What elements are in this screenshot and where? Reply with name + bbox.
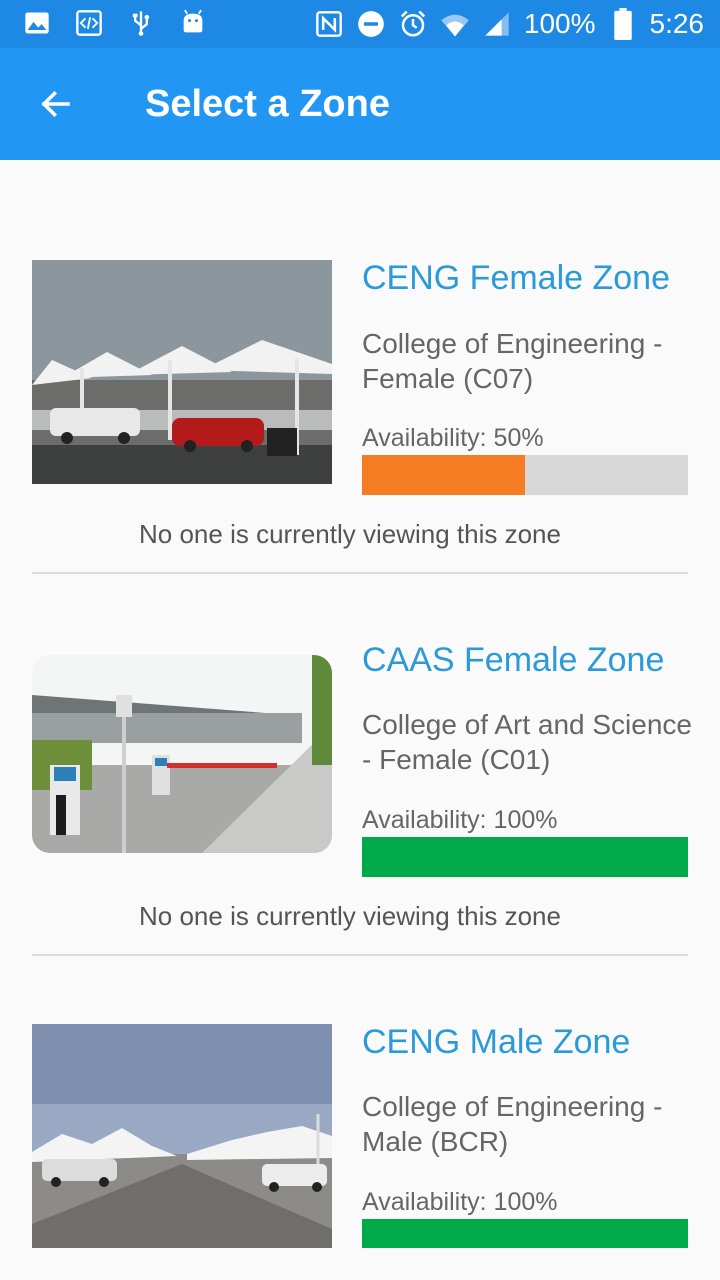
zone-item-ceng-male[interactable]: CENG Male Zone College of Engineering - … xyxy=(0,956,720,1280)
notification-icons xyxy=(22,8,208,38)
alarm-icon xyxy=(398,9,428,39)
clock-time: 5:26 xyxy=(649,8,705,39)
usb-icon xyxy=(126,8,156,38)
zone-availability-label: Availability: 100% xyxy=(362,1188,558,1216)
zone-item-caas-female[interactable]: CAAS Female Zone College of Art and Scie… xyxy=(0,574,720,956)
battery-icon xyxy=(608,8,638,40)
back-button[interactable] xyxy=(28,76,84,132)
availability-bar xyxy=(362,455,688,495)
zone-title: CENG Male Zone xyxy=(362,1023,631,1061)
zone-description: College of Engineering - Male (BCR) xyxy=(362,1091,663,1157)
availability-bar-fill xyxy=(362,455,525,495)
zone-description: College of Art and Science - Female (C01… xyxy=(362,709,692,775)
availability-bar-fill xyxy=(362,837,688,877)
viewers-status: No one is currently viewing this zone xyxy=(139,901,561,931)
arrow-back-icon xyxy=(41,90,70,118)
system-icons: 100% 5:26 xyxy=(314,6,704,42)
page-title: Select a Zone xyxy=(145,83,390,125)
zone-availability-label: Availability: 100% xyxy=(362,806,558,834)
viewers-status: No one is currently viewing this zone xyxy=(139,519,561,549)
do-not-disturb-icon xyxy=(356,9,386,39)
nfc-icon xyxy=(314,9,344,39)
battery-percent: 100% xyxy=(523,8,596,39)
availability-bar xyxy=(362,837,688,877)
status-bar: 100% 5:26 xyxy=(0,0,720,48)
zone-item-ceng-female[interactable]: CENG Female Zone College of Engineering … xyxy=(0,160,720,574)
zone-photo xyxy=(32,1024,332,1248)
zone-photo xyxy=(32,260,332,484)
image-icon xyxy=(22,8,52,38)
wifi-icon xyxy=(440,9,470,39)
zone-title: CENG Female Zone xyxy=(362,259,670,297)
zone-title: CAAS Female Zone xyxy=(362,641,665,679)
signal-icon xyxy=(482,9,512,39)
zone-photo xyxy=(32,655,332,853)
availability-bar-fill xyxy=(362,1219,688,1248)
zone-availability-label: Availability: 50% xyxy=(362,424,544,452)
app-bar: Select a Zone xyxy=(0,48,720,160)
availability-bar xyxy=(362,1219,688,1248)
code-icon xyxy=(74,8,104,38)
android-icon xyxy=(178,8,208,38)
zone-description: College of Engineering - Female (C07) xyxy=(362,328,663,394)
